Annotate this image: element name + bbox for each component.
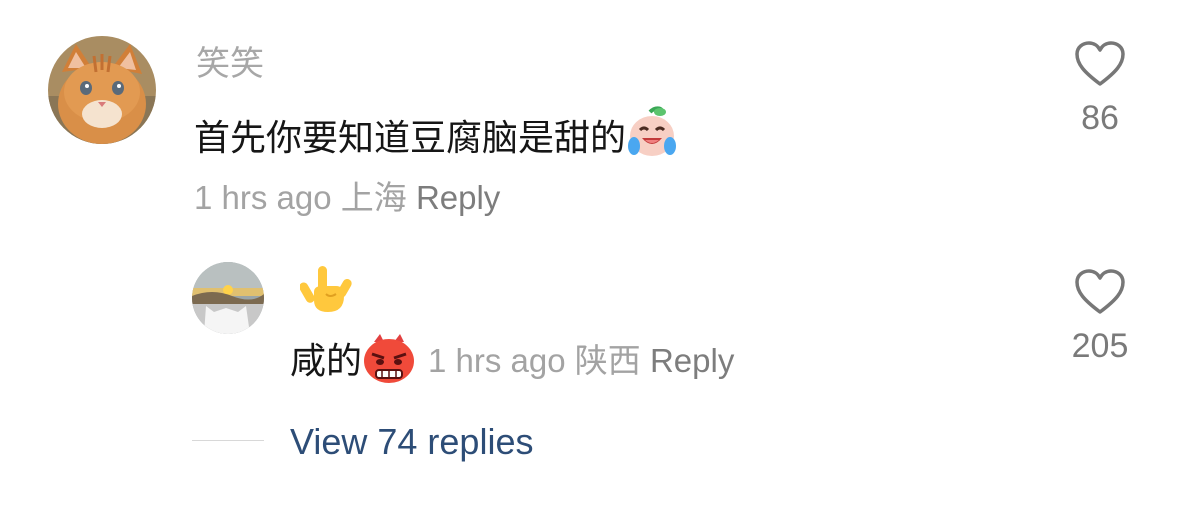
comment-like[interactable]: 86 [1055, 40, 1145, 140]
reply-meta: 1 hrs ago 陕西 Reply [428, 339, 734, 383]
like-count: 205 [1071, 327, 1129, 365]
comment-location: 上海 [340, 179, 407, 216]
reply-button[interactable]: Reply [416, 179, 500, 216]
comment-body: 首先你要知道豆腐脑是甜的 [194, 106, 678, 170]
reply-time: 1 hrs ago [428, 341, 566, 379]
heart-icon[interactable] [1074, 40, 1126, 88]
reply-location: 陕西 [574, 341, 641, 379]
reply-body: 咸的 1 hrs ago 陕西 Reply [290, 332, 734, 389]
angry-face-icon [362, 332, 416, 389]
like-count: 86 [1081, 99, 1119, 137]
divider [192, 440, 264, 441]
reply-reply-button[interactable]: Reply [650, 342, 734, 379]
love-you-gesture-icon [299, 266, 352, 312]
reply-like[interactable]: 205 [1055, 268, 1145, 368]
comment-text: 首先你要知道豆腐脑是甜的 [194, 117, 627, 158]
comment-meta: 1 hrs ago 上海 Reply [194, 176, 500, 220]
avatar[interactable] [48, 36, 156, 144]
laughing-crying-face-icon [626, 106, 678, 170]
reply-text: 咸的 [290, 339, 363, 381]
view-replies-link[interactable]: View 74 replies [290, 418, 533, 466]
comment-username[interactable]: 笑笑 [196, 42, 264, 86]
cat-avatar-icon [48, 36, 156, 144]
comment-time: 1 hrs ago [194, 179, 332, 216]
reply-emoji [299, 262, 360, 321]
reply-avatar[interactable] [192, 262, 264, 334]
sunset-avatar-icon [192, 262, 264, 334]
heart-icon[interactable] [1074, 268, 1126, 316]
